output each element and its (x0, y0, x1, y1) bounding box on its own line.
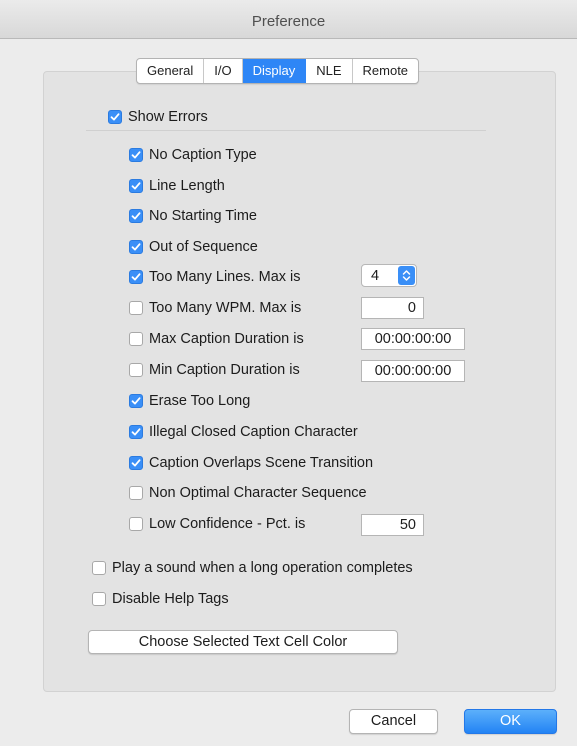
checkmark-icon (131, 243, 141, 251)
max-lines-stepper[interactable]: 4 (361, 264, 417, 287)
checkmark-icon (131, 151, 141, 159)
erase-too-long-label: Erase Too Long (149, 393, 251, 409)
illegal-cc-character-checkbox[interactable] (129, 425, 143, 439)
error-option-row[interactable]: Line Length (129, 176, 225, 196)
stepper-arrows-icon[interactable] (398, 266, 415, 285)
min-caption-duration-field[interactable]: 00:00:00:00 (361, 360, 465, 382)
min-caption-duration-checkbox[interactable] (129, 363, 143, 377)
tab-bar: General I/O Display NLE Remote (136, 58, 420, 84)
min-caption-duration-label: Min Caption Duration is (149, 362, 300, 378)
checkmark-icon (131, 397, 141, 405)
error-option-row[interactable]: Too Many WPM. Max is (129, 298, 301, 318)
max-caption-duration-field[interactable]: 00:00:00:00 (361, 328, 465, 350)
out-of-sequence-label: Out of Sequence (149, 239, 258, 255)
low-confidence-field[interactable]: 50 (361, 514, 424, 536)
disable-help-tags-checkbox[interactable] (92, 592, 106, 606)
error-option-row[interactable]: Max Caption Duration is (129, 329, 304, 349)
error-option-row[interactable]: No Starting Time (129, 206, 257, 226)
tab-general[interactable]: General (137, 59, 205, 83)
checkmark-icon (131, 182, 141, 190)
show-errors-checkbox[interactable] (108, 110, 122, 124)
error-option-row[interactable]: Too Many Lines. Max is (129, 267, 301, 287)
checkmark-icon (131, 428, 141, 436)
error-option-row[interactable]: Min Caption Duration is (129, 360, 300, 380)
play-sound-checkbox[interactable] (92, 561, 106, 575)
error-option-row[interactable]: Caption Overlaps Scene Transition (129, 453, 373, 473)
erase-too-long-checkbox[interactable] (129, 394, 143, 408)
tab-remote[interactable]: Remote (353, 59, 419, 83)
max-wpm-field[interactable]: 0 (361, 297, 424, 319)
too-many-wpm-label: Too Many WPM. Max is (149, 300, 302, 316)
caption-overlaps-scene-label: Caption Overlaps Scene Transition (149, 455, 374, 471)
checkmark-icon (131, 273, 141, 281)
checkmark-icon (131, 459, 141, 467)
play-sound-row[interactable]: Play a sound when a long operation compl… (92, 558, 413, 578)
out-of-sequence-checkbox[interactable] (129, 240, 143, 254)
low-confidence-checkbox[interactable] (129, 517, 143, 531)
caption-overlaps-scene-checkbox[interactable] (129, 456, 143, 470)
low-confidence-label: Low Confidence - Pct. is (149, 516, 306, 532)
error-option-row[interactable]: Erase Too Long (129, 391, 250, 411)
tab-nle[interactable]: NLE (306, 59, 353, 83)
disable-help-tags-label: Disable Help Tags (112, 591, 229, 607)
error-option-row[interactable]: Low Confidence - Pct. is (129, 514, 305, 534)
illegal-cc-character-label: Illegal Closed Caption Character (149, 424, 358, 440)
choose-color-button[interactable]: Choose Selected Text Cell Color (88, 630, 398, 654)
checkmark-icon (110, 113, 120, 121)
max-caption-duration-checkbox[interactable] (129, 332, 143, 346)
error-option-row[interactable]: Out of Sequence (129, 237, 258, 257)
separator (86, 130, 486, 131)
line-length-label: Line Length (149, 178, 225, 194)
too-many-lines-checkbox[interactable] (129, 270, 143, 284)
disable-help-tags-row[interactable]: Disable Help Tags (92, 589, 229, 609)
error-option-row[interactable]: No Caption Type (129, 145, 257, 165)
max-lines-value: 4 (371, 268, 380, 284)
no-caption-type-label: No Caption Type (149, 147, 257, 163)
tab-display[interactable]: Display (242, 59, 307, 83)
cancel-button[interactable]: Cancel (349, 709, 438, 734)
title-bar: Preference (0, 0, 577, 39)
ok-button[interactable]: OK (464, 709, 557, 734)
checkmark-icon (131, 212, 141, 220)
non-optimal-sequence-checkbox[interactable] (129, 486, 143, 500)
play-sound-label: Play a sound when a long operation compl… (112, 560, 413, 576)
too-many-lines-label: Too Many Lines. Max is (149, 269, 301, 285)
non-optimal-sequence-label: Non Optimal Character Sequence (149, 485, 367, 501)
line-length-checkbox[interactable] (129, 179, 143, 193)
tab-io[interactable]: I/O (204, 59, 243, 83)
too-many-wpm-checkbox[interactable] (129, 301, 143, 315)
show-errors-row[interactable]: Show Errors (108, 107, 208, 127)
no-caption-type-checkbox[interactable] (129, 148, 143, 162)
no-starting-time-label: No Starting Time (149, 208, 257, 224)
error-option-row[interactable]: Illegal Closed Caption Character (129, 422, 358, 442)
max-caption-duration-label: Max Caption Duration is (149, 331, 304, 347)
error-option-row[interactable]: Non Optimal Character Sequence (129, 483, 367, 503)
no-starting-time-checkbox[interactable] (129, 209, 143, 223)
window-title: Preference (251, 13, 326, 30)
show-errors-label: Show Errors (128, 109, 208, 125)
